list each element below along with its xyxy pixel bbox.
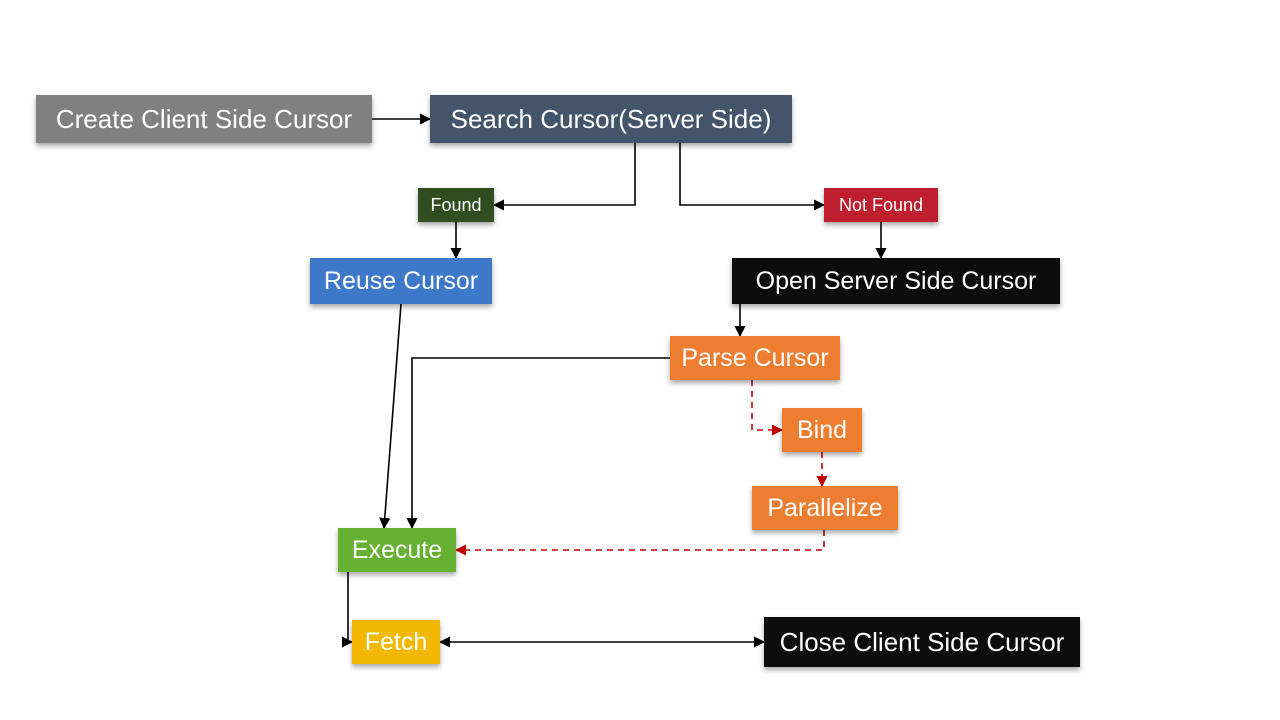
node-reuse: Reuse Cursor xyxy=(310,258,492,304)
node-label: Execute xyxy=(352,536,442,565)
node-label: Create Client Side Cursor xyxy=(56,104,352,135)
node-label: Reuse Cursor xyxy=(324,267,478,296)
node-bind: Bind xyxy=(782,408,862,452)
node-fetch: Fetch xyxy=(352,620,440,664)
edge xyxy=(752,380,782,430)
node-search: Search Cursor(Server Side) xyxy=(430,95,792,143)
node-label: Search Cursor(Server Side) xyxy=(451,104,772,135)
node-parse: Parse Cursor xyxy=(670,336,840,380)
node-close: Close Client Side Cursor xyxy=(764,617,1080,667)
edge xyxy=(384,304,401,528)
edge xyxy=(456,530,824,550)
node-parallel: Parallelize xyxy=(752,486,898,530)
node-label: Not Found xyxy=(839,195,923,216)
node-label: Close Client Side Cursor xyxy=(780,627,1065,658)
node-openserver: Open Server Side Cursor xyxy=(732,258,1060,304)
node-label: Parallelize xyxy=(767,494,882,523)
node-label: Found xyxy=(430,195,481,216)
node-execute: Execute xyxy=(338,528,456,572)
node-label: Parse Cursor xyxy=(681,344,828,373)
diagram-canvas: Create Client Side Cursor Search Cursor(S… xyxy=(0,0,1280,720)
node-label: Bind xyxy=(797,416,847,445)
node-label: Open Server Side Cursor xyxy=(756,267,1037,296)
node-label: Fetch xyxy=(365,628,428,657)
edge xyxy=(494,143,635,205)
edge xyxy=(680,143,824,205)
node-found: Found xyxy=(418,188,494,222)
node-notfound: Not Found xyxy=(824,188,938,222)
edge xyxy=(412,358,670,528)
node-create: Create Client Side Cursor xyxy=(36,95,372,143)
